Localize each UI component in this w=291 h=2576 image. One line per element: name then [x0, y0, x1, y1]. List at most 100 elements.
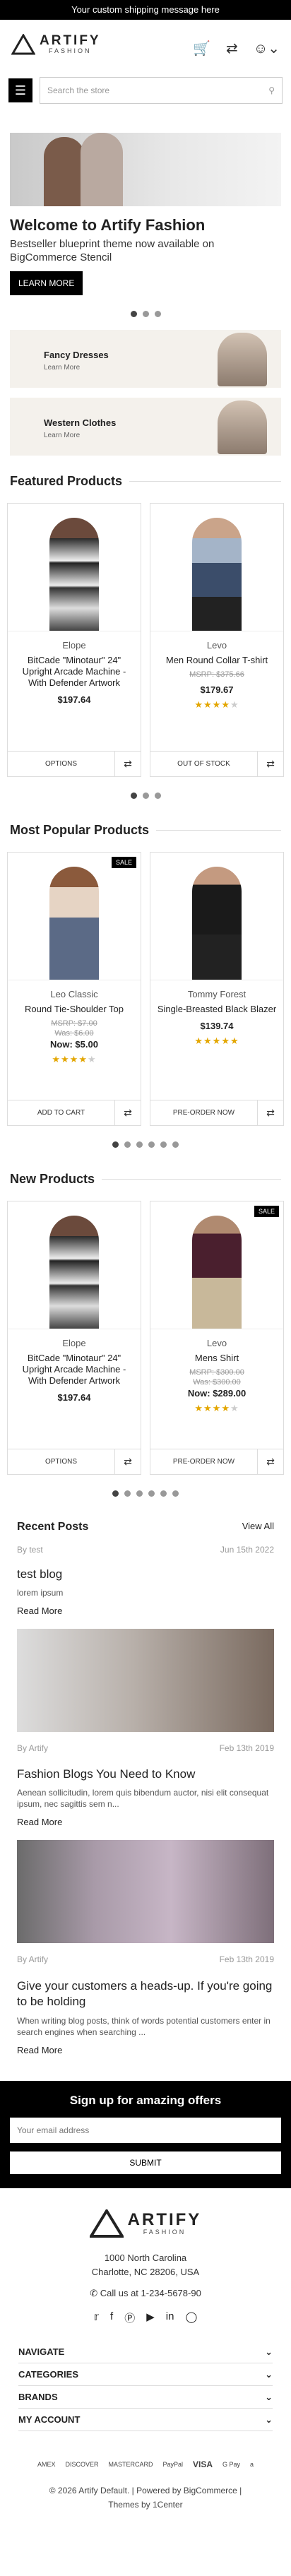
shipping-message: Your custom shipping message here [0, 0, 291, 20]
carousel-dot[interactable] [148, 1141, 155, 1148]
carousel-dot[interactable] [136, 1141, 143, 1148]
carousel-dot[interactable] [172, 1141, 179, 1148]
product-name[interactable]: BitCade "Minotaur" 24" Upright Arcade Ma… [12, 1353, 136, 1387]
product-card[interactable]: Tommy Forest Single-Breasted Black Blaze… [150, 852, 284, 1126]
footer-section-my-account[interactable]: MY ACCOUNT ⌄ [18, 2409, 273, 2431]
product-card[interactable]: SALE Leo Classic Round Tie-Shoulder Top … [7, 852, 141, 1126]
product-image[interactable] [8, 1201, 141, 1329]
carousel-dot[interactable] [172, 1490, 179, 1497]
banner-title: Fancy Dresses [44, 350, 109, 360]
out-of-stock-button[interactable]: OUT OF STOCK [150, 751, 258, 777]
banner-link[interactable]: Learn More [44, 432, 80, 439]
carousel-dot[interactable] [112, 1141, 119, 1148]
view-all-link[interactable]: View All [242, 1521, 274, 1533]
banner-fancy-dresses[interactable]: Fancy Dresses Learn More [10, 330, 281, 388]
post-image[interactable] [17, 1840, 274, 1943]
product-name[interactable]: Round Tie-Shoulder Top [12, 1004, 136, 1015]
carousel-dot[interactable] [136, 1490, 143, 1497]
carousel-dot[interactable] [112, 1490, 119, 1497]
youtube-icon[interactable]: ▶ [146, 2310, 155, 2325]
carousel-dot[interactable] [142, 311, 149, 317]
cart-icon[interactable]: 🛒 [193, 40, 210, 57]
product-image[interactable] [150, 504, 283, 631]
compare-icon[interactable]: ⇄ [258, 1456, 283, 1468]
twitter-icon[interactable]: 𝕣 [94, 2310, 99, 2325]
site-header: ARTIFY FASHION 🛒 ⇄ ☺⌄ [0, 20, 291, 76]
product-card[interactable]: Elope BitCade "Minotaur" 24" Upright Arc… [7, 503, 141, 777]
footer-accordion: NAVIGATE ⌄ CATEGORIES ⌄ BRANDS ⌄ MY ACCOUNT… [18, 2341, 273, 2431]
carousel-dot[interactable] [124, 1141, 131, 1148]
product-name[interactable]: Single-Breasted Black Blazer [155, 1004, 279, 1015]
section-label: CATEGORIES [18, 2369, 78, 2380]
footer-logo[interactable]: ARTIFY FASHION [89, 2209, 202, 2238]
add-to-cart-button[interactable]: ADD TO CART [8, 1100, 115, 1126]
carousel-dot[interactable] [142, 793, 149, 799]
read-more-link[interactable]: Read More [17, 2045, 274, 2055]
compare-icon[interactable]: ⇄ [258, 758, 283, 770]
carousel-dot[interactable] [130, 793, 137, 799]
product-name[interactable]: BitCade "Minotaur" 24" Upright Arcade Ma… [12, 655, 136, 689]
carousel-dot[interactable] [160, 1141, 167, 1148]
footer-section-brands[interactable]: BRANDS ⌄ [18, 2386, 273, 2409]
carousel-dot[interactable] [160, 1490, 167, 1497]
compare-icon[interactable]: ⇄ [115, 1107, 141, 1119]
instagram-icon[interactable]: ◯ [185, 2310, 197, 2325]
read-more-link[interactable]: Read More [17, 1817, 274, 1827]
product-name[interactable]: Mens Shirt [155, 1353, 279, 1364]
compare-icon[interactable]: ⇄ [258, 1107, 283, 1119]
compare-icon[interactable]: ⇄ [115, 758, 141, 770]
footer-section-categories[interactable]: CATEGORIES ⌄ [18, 2363, 273, 2386]
product-image[interactable] [150, 853, 283, 980]
carousel-dot[interactable] [154, 793, 161, 799]
menu-button[interactable]: ☰ [8, 78, 32, 102]
post-image[interactable] [17, 1629, 274, 1732]
logo-text: ARTIFY [40, 33, 101, 48]
read-more-link[interactable]: Read More [17, 1605, 274, 1616]
phone-text[interactable]: Call us at 1-234-5678-90 [100, 2288, 201, 2298]
theme-credit[interactable]: Themes by 1Center [0, 2498, 291, 2512]
product-image[interactable] [8, 504, 141, 631]
carousel-dot[interactable] [124, 1490, 131, 1497]
carousel-dot[interactable] [130, 311, 137, 317]
product-image[interactable]: SALE [8, 853, 141, 980]
search-input[interactable]: Search the store ⚲ [40, 77, 283, 104]
banner-link[interactable]: Learn More [44, 364, 80, 372]
options-button[interactable]: OPTIONS [8, 751, 115, 777]
logo[interactable]: ARTIFY FASHION [11, 34, 101, 55]
search-icon[interactable]: ⚲ [268, 85, 275, 95]
pre-order-button[interactable]: PRE-ORDER NOW [150, 1100, 258, 1126]
address-line: 1000 North Carolina [104, 2252, 187, 2263]
product-card[interactable]: Levo Men Round Collar T-shirt MSRP: $375… [150, 503, 284, 777]
product-brand: Elope [62, 640, 86, 651]
user-icon[interactable]: ☺⌄ [254, 40, 280, 57]
post-title[interactable]: Fashion Blogs You Need to Know [17, 1767, 274, 1781]
carousel-dot[interactable] [148, 1490, 155, 1497]
facebook-icon[interactable]: f [110, 2310, 113, 2325]
product-price: $179.67 [200, 684, 234, 695]
post-title[interactable]: test blog [17, 1567, 274, 1581]
post-excerpt: Aenean sollicitudin, lorem quis bibendum… [17, 1788, 269, 1809]
compare-icon[interactable]: ⇄ [115, 1456, 141, 1468]
submit-button[interactable]: SUBMIT [10, 2151, 281, 2174]
product-card[interactable]: Elope BitCade "Minotaur" 24" Upright Arc… [7, 1201, 141, 1475]
email-field[interactable]: Your email address [10, 2118, 281, 2143]
post-excerpt: When writing blog posts, think of words … [17, 2016, 271, 2037]
pre-order-button[interactable]: PRE-ORDER NOW [150, 1449, 258, 1475]
options-button[interactable]: OPTIONS [8, 1449, 115, 1475]
shuffle-icon[interactable]: ⇄ [226, 40, 238, 57]
product-image[interactable]: SALE [150, 1201, 283, 1329]
product-card[interactable]: SALE Levo Mens Shirt MSRP: $300.00 Was: … [150, 1201, 284, 1475]
post-title[interactable]: Give your customers a heads-up. If you'r… [17, 1978, 274, 2010]
pinterest-icon[interactable]: Ⓟ [124, 2310, 135, 2325]
copyright-text: © 2026 Artify Default. | Powered by BigC… [49, 2486, 242, 2495]
product-was-price: Was: $6.00 [54, 1029, 94, 1038]
logo-subtext: FASHION [143, 2228, 186, 2236]
footer-section-navigate[interactable]: NAVIGATE ⌄ [18, 2341, 273, 2363]
linkedin-icon[interactable]: in [166, 2310, 174, 2325]
banner-title: Western Clothes [44, 417, 117, 428]
banner-western-clothes[interactable]: Western Clothes Learn More [10, 398, 281, 456]
learn-more-button[interactable]: LEARN MORE [10, 271, 83, 295]
carousel-dot[interactable] [154, 311, 161, 317]
discover-icon: DISCOVER [65, 2461, 99, 2468]
product-name[interactable]: Men Round Collar T-shirt [155, 655, 279, 666]
